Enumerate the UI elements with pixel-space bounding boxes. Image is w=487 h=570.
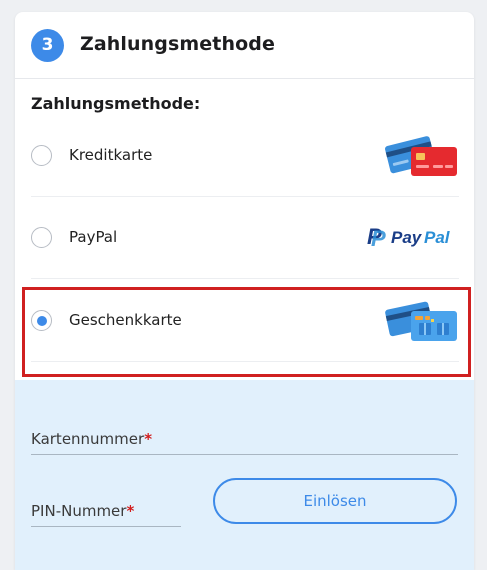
payment-option-geschenkkarte[interactable]: Geschenkkarte: [31, 280, 459, 362]
paypal-logo: P P Pay Pal: [367, 224, 459, 254]
step-title: Zahlungsmethode: [80, 33, 275, 55]
option-divider: [31, 361, 459, 362]
step-number-badge: 3: [31, 29, 64, 62]
radio-paypal[interactable]: [31, 227, 52, 248]
payment-option-label: Kreditkarte: [69, 146, 153, 164]
pin-label-text: PIN-Nummer: [31, 502, 127, 520]
svg-text:Pal: Pal: [424, 228, 451, 247]
radio-selected-dot: [36, 315, 47, 326]
payment-option-label: Geschenkkarte: [69, 311, 182, 329]
redeem-button[interactable]: Einlösen: [213, 478, 457, 524]
payment-section-label: Zahlungsmethode:: [31, 94, 201, 113]
checkout-card: 3 Zahlungsmethode Zahlungsmethode: Kredi…: [15, 12, 474, 570]
option-divider: [31, 278, 459, 279]
radio-kreditkarte[interactable]: [31, 145, 52, 166]
pin-input[interactable]: [31, 526, 181, 527]
pin-label: PIN-Nummer*: [31, 502, 134, 520]
card-number-input[interactable]: [31, 454, 458, 455]
required-mark: *: [126, 502, 135, 520]
payment-option-label: PayPal: [69, 228, 118, 246]
radio-geschenkkarte[interactable]: [31, 310, 52, 331]
svg-text:Pay: Pay: [391, 228, 423, 247]
gift-card-icon: [385, 299, 459, 347]
credit-card-icon: [385, 134, 459, 182]
required-mark: *: [144, 430, 153, 448]
card-number-label: Kartennummer*: [31, 430, 152, 448]
card-number-label-text: Kartennummer: [31, 430, 145, 448]
svg-text:P: P: [371, 226, 386, 250]
gift-card-panel: Kartennummer* PIN-Nummer* Einlösen: [15, 380, 474, 570]
payment-option-kreditkarte[interactable]: Kreditkarte: [31, 115, 459, 197]
step-header: 3 Zahlungsmethode: [15, 12, 474, 79]
payment-option-paypal[interactable]: PayPal P P Pay Pal: [31, 197, 459, 279]
